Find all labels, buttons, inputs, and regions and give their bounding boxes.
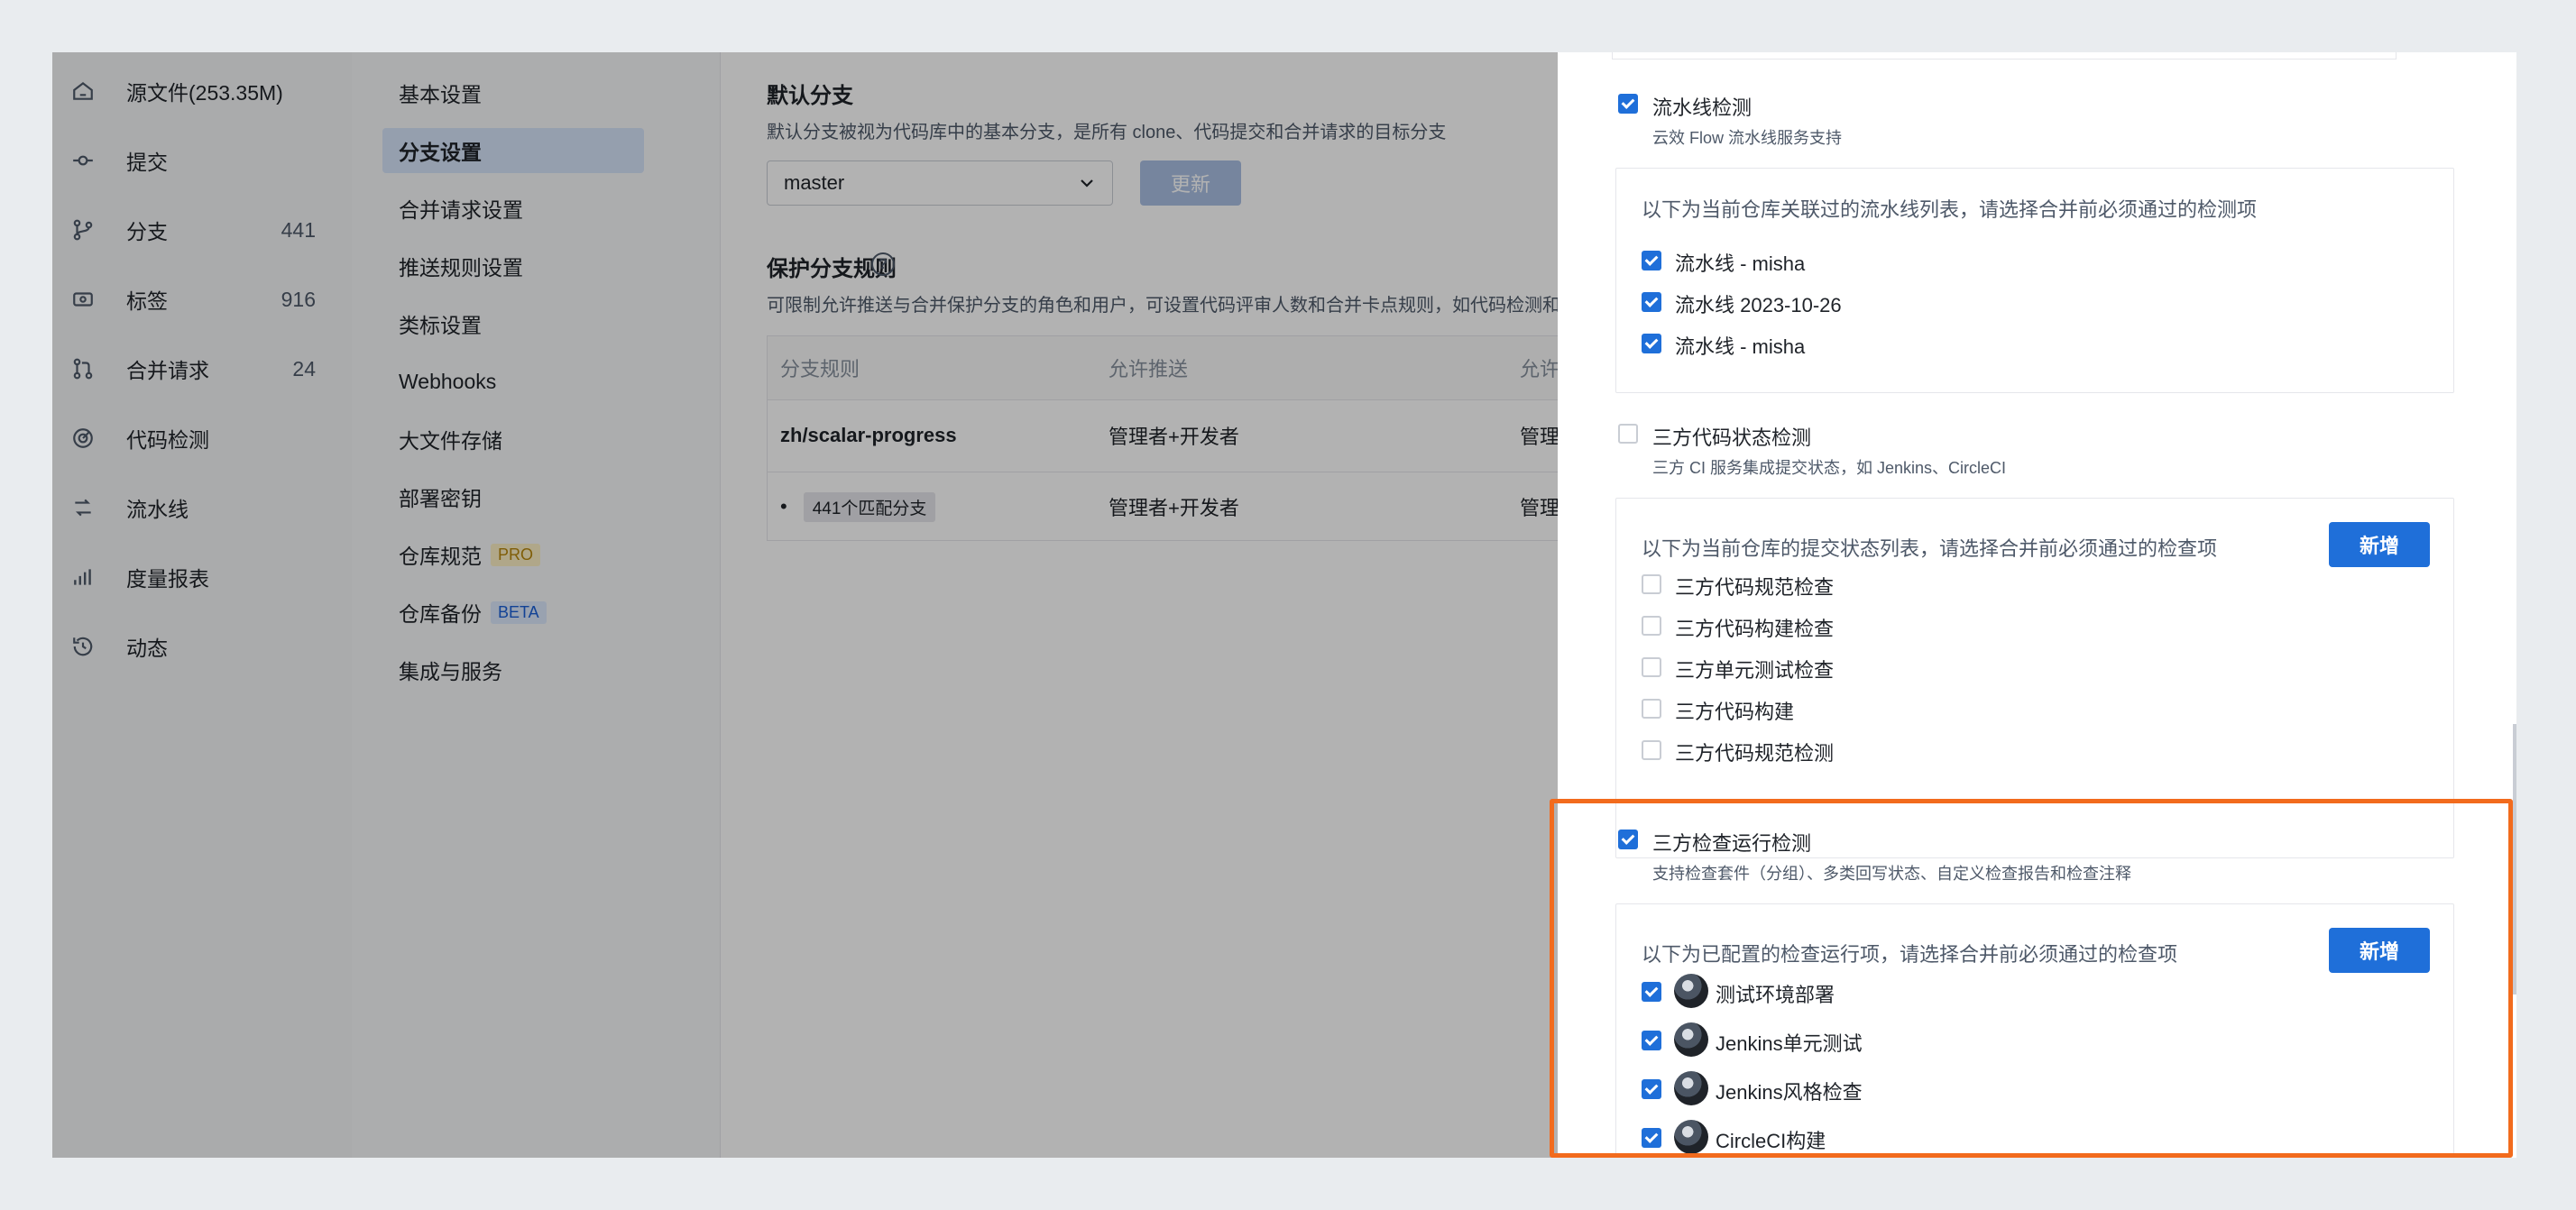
third-status-checkbox[interactable] <box>1618 424 1638 444</box>
pipeline-check-checkbox[interactable] <box>1618 94 1638 114</box>
status-item-label: 三方单元测试检查 <box>1675 659 1835 682</box>
status-item-label: 三方代码规范检测 <box>1675 742 1835 765</box>
scrollbar[interactable] <box>2513 724 2516 995</box>
pipeline-item-checkbox[interactable] <box>1642 334 1661 353</box>
pipeline-item-label: 流水线 2023-10-26 <box>1675 294 1842 316</box>
status-item-checkbox[interactable] <box>1642 574 1661 594</box>
highlight-box <box>1550 799 2513 1158</box>
status-item-checkbox[interactable] <box>1642 699 1661 719</box>
panel-head: 以下为当前仓库的提交状态列表，请选择合并前必须通过的检查项 <box>1642 537 2218 560</box>
pipeline-check-title: 流水线检测 <box>1652 96 1753 119</box>
panel-head: 以下为当前仓库关联过的流水线列表，请选择合并前必须通过的检测项 <box>1642 198 2258 221</box>
status-item-checkbox[interactable] <box>1642 740 1661 760</box>
status-item-checkbox[interactable] <box>1642 657 1661 677</box>
pipeline-item-checkbox[interactable] <box>1642 292 1661 312</box>
pipeline-item-label: 流水线 - misha <box>1675 335 1806 358</box>
pipeline-list-panel: 以下为当前仓库关联过的流水线列表，请选择合并前必须通过的检测项 流水线 - mi… <box>1615 168 2454 393</box>
pipeline-item-label: 流水线 - misha <box>1675 252 1806 275</box>
third-status-sub: 三方 CI 服务集成提交状态，如 Jenkins、CircleCI <box>1652 459 2007 477</box>
status-item-checkbox[interactable] <box>1642 616 1661 636</box>
divider <box>1612 52 2397 60</box>
pipeline-item-checkbox[interactable] <box>1642 251 1661 270</box>
add-status-button[interactable]: 新增 <box>2329 522 2430 567</box>
status-item-label: 三方代码构建检查 <box>1675 618 1835 640</box>
status-item-label: 三方代码构建 <box>1675 701 1795 723</box>
status-item-label: 三方代码规范检查 <box>1675 576 1835 599</box>
third-status-title: 三方代码状态检测 <box>1652 426 1812 449</box>
pipeline-check-sub: 云效 Flow 流水线服务支持 <box>1652 129 1843 147</box>
